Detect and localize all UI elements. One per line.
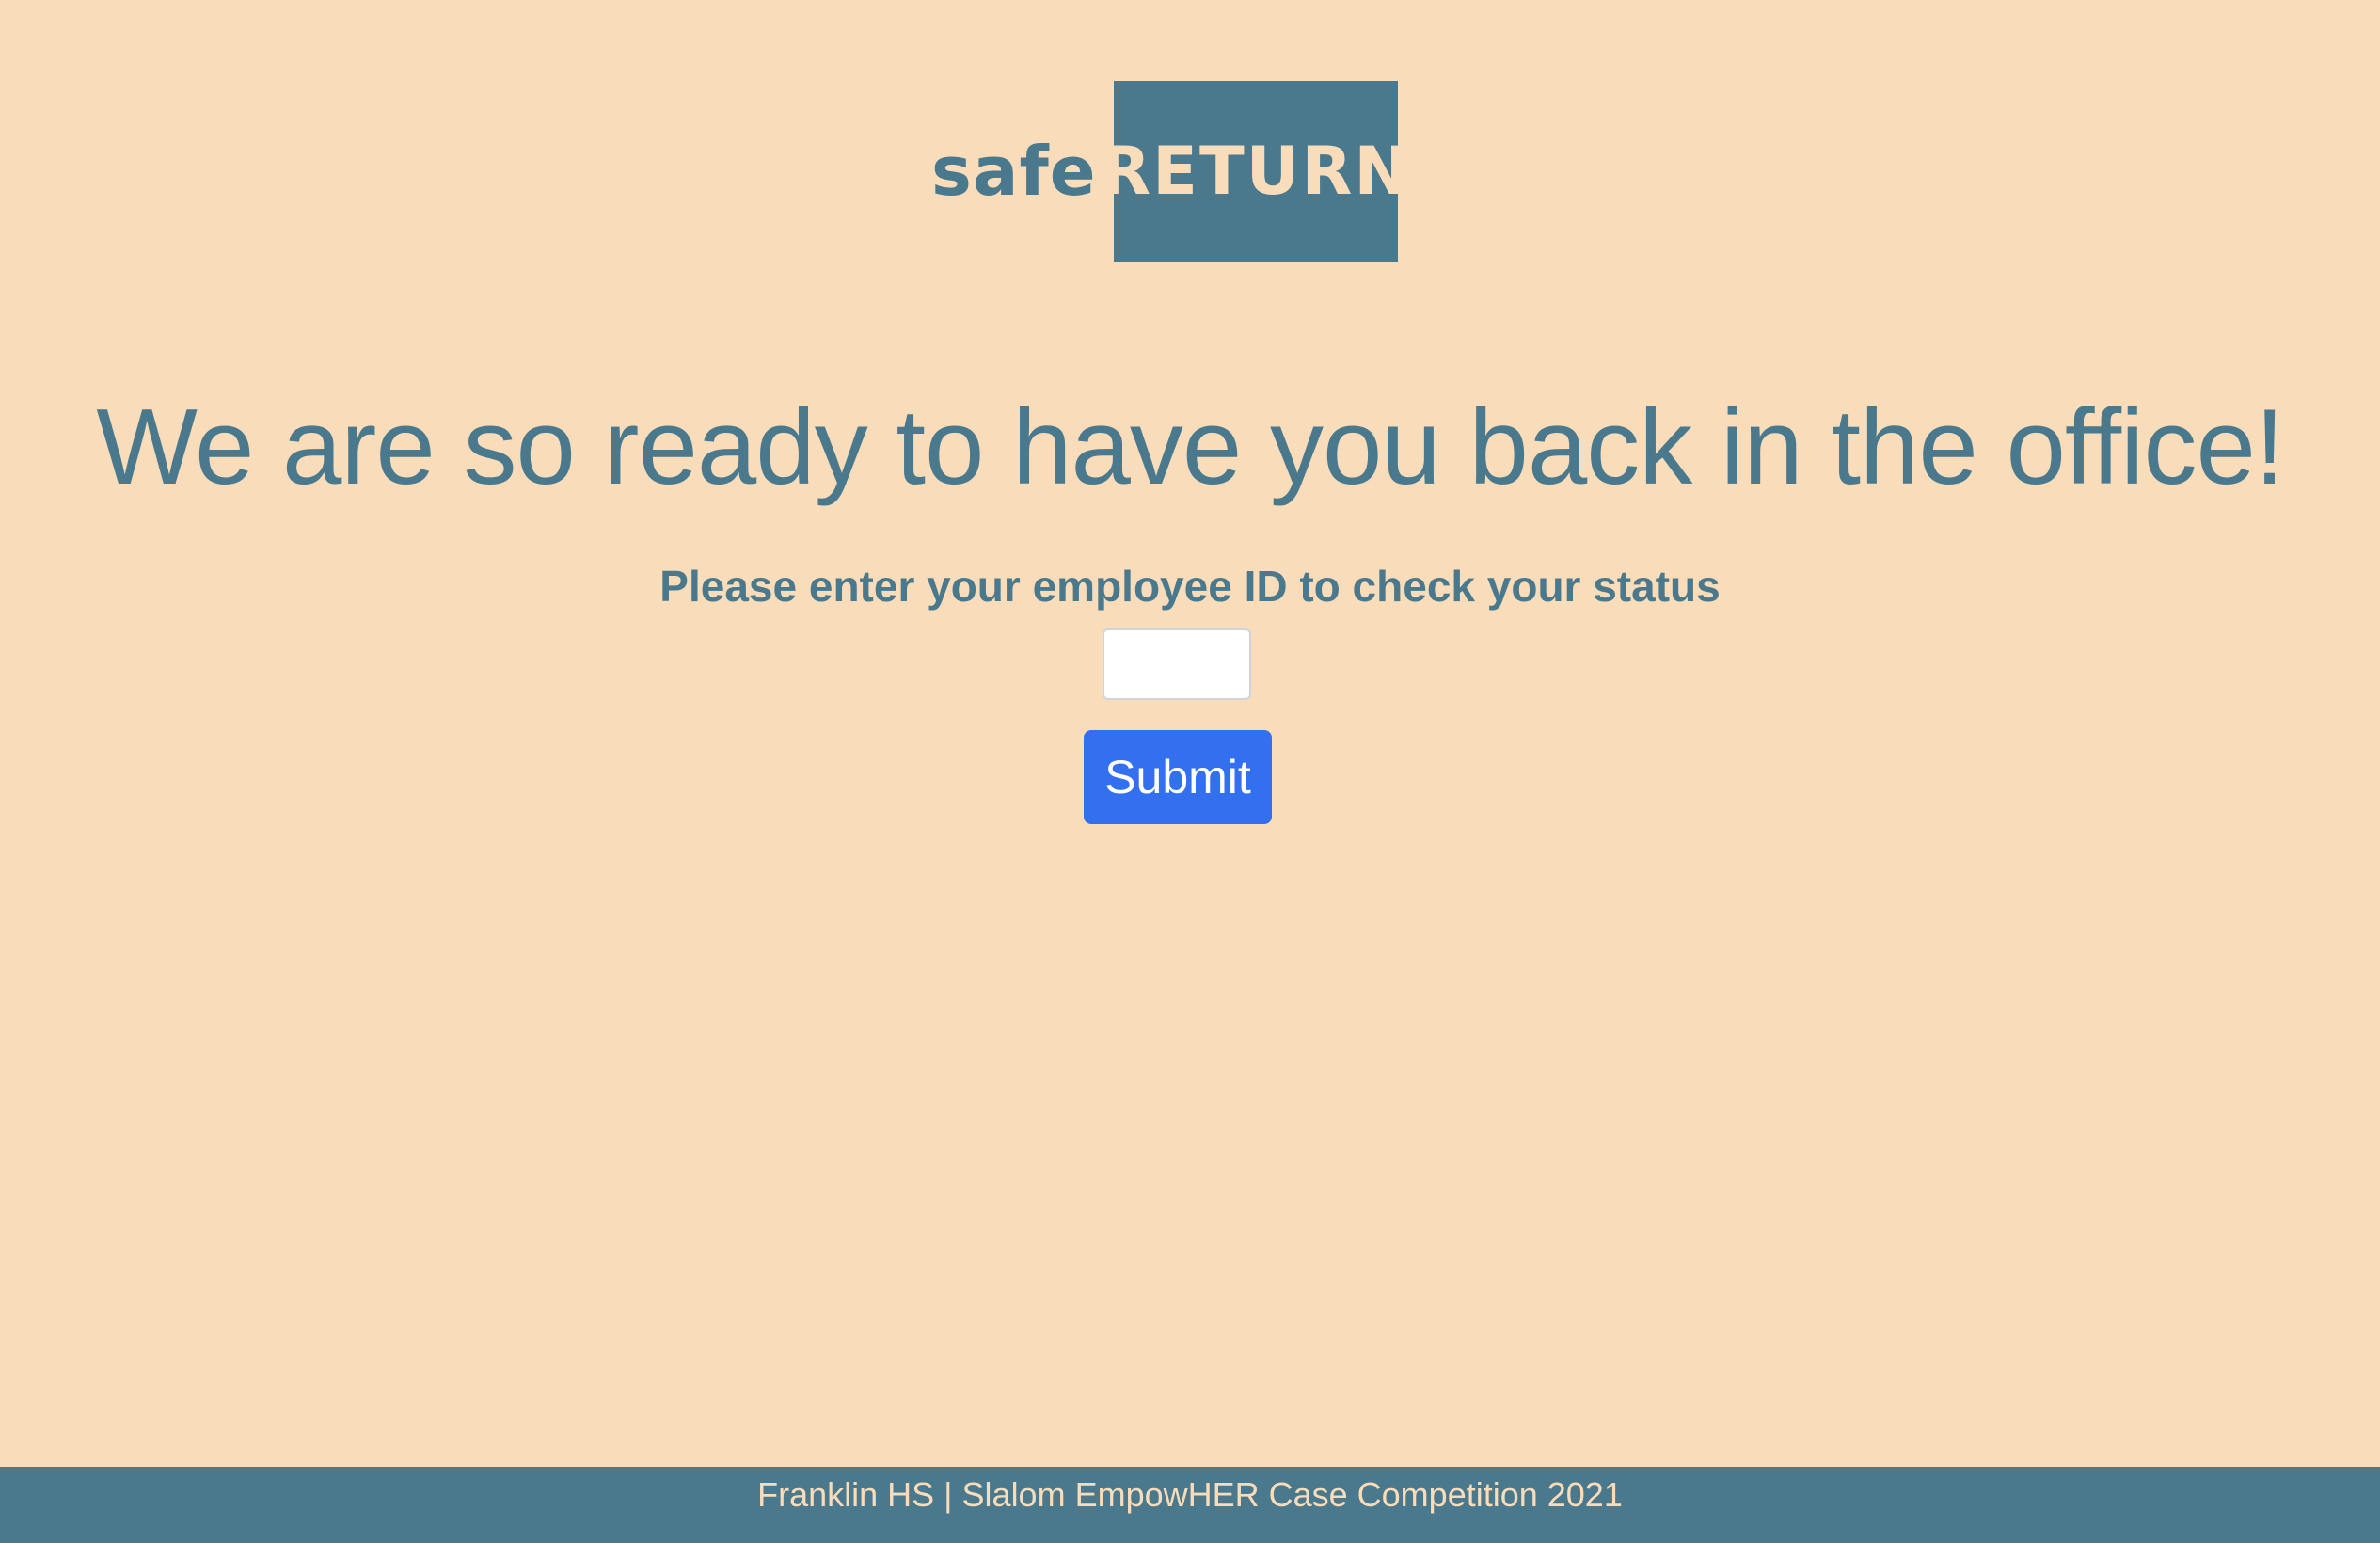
page-headline: We are so ready to have you back in the … bbox=[96, 388, 2284, 507]
safe-return-logo: safe RETURN bbox=[931, 81, 1409, 262]
footer-text: Franklin HS | Slalom EmpowHER Case Compe… bbox=[757, 1475, 1623, 1514]
submit-button[interactable]: Submit bbox=[1084, 730, 1272, 824]
employee-id-prompt: Please enter your employee ID to check y… bbox=[659, 562, 1721, 611]
logo-box: RETURN bbox=[1100, 81, 1409, 262]
logo-prefix: safe bbox=[931, 132, 1097, 211]
footer: Franklin HS | Slalom EmpowHER Case Compe… bbox=[0, 1467, 2380, 1543]
page: safe RETURN We are so ready to have you … bbox=[0, 0, 2380, 1543]
employee-id-input[interactable] bbox=[1103, 628, 1251, 700]
logo-suffix: RETURN bbox=[1100, 133, 1412, 210]
